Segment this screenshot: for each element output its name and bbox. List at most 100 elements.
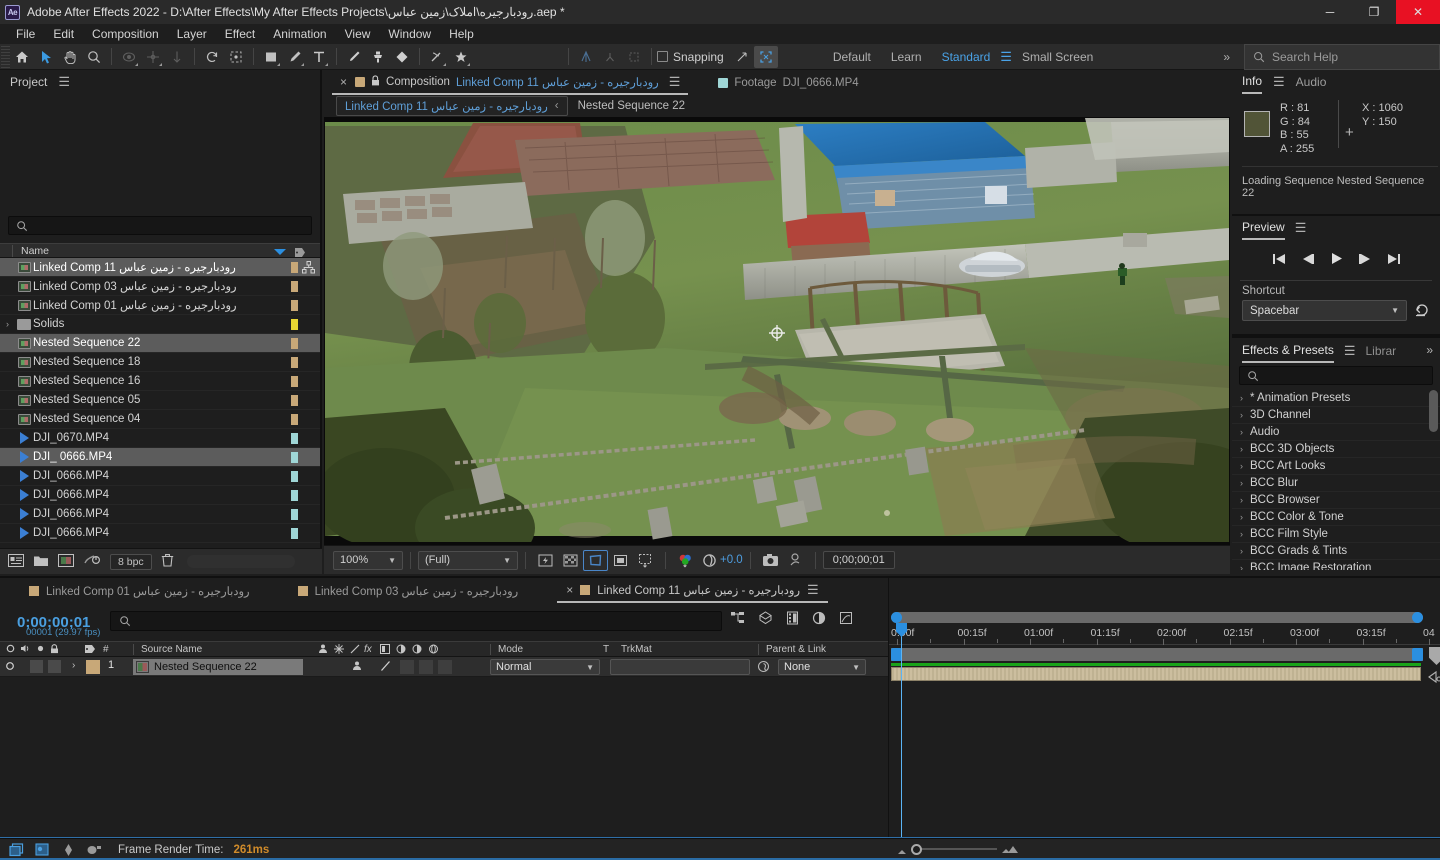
- list-item[interactable]: رودبارجیره - زمین عباس Linked Comp 03: [0, 277, 320, 296]
- scale-3d-icon[interactable]: [622, 46, 646, 68]
- label-color-swatch[interactable]: [291, 338, 298, 349]
- lock-toggle-icon[interactable]: [50, 644, 59, 657]
- toolbar-grip[interactable]: [1, 45, 10, 68]
- list-item[interactable]: رودبارجیره - زمین عباس Linked Comp 11: [0, 258, 320, 277]
- list-item[interactable]: DJI_0666.MP4: [0, 467, 320, 486]
- reset-icon[interactable]: [1414, 302, 1430, 320]
- timeline-search-input[interactable]: [110, 611, 722, 631]
- take-snapshot-icon[interactable]: [758, 550, 783, 571]
- shortcut-select[interactable]: Spacebar ▼: [1242, 300, 1407, 321]
- tab-preview[interactable]: Preview: [1242, 216, 1285, 240]
- layer-duration-bar[interactable]: [891, 667, 1421, 681]
- layer-quality-switch-icon[interactable]: [380, 660, 391, 675]
- brush-tool-icon[interactable]: [342, 46, 366, 68]
- hand-tool-icon[interactable]: [58, 46, 82, 68]
- workspace-learn[interactable]: Learn: [881, 50, 932, 64]
- workspace-menu-icon[interactable]: ☰: [1000, 49, 1012, 65]
- chevron-right-icon[interactable]: ›: [1240, 512, 1243, 522]
- type-tool-icon[interactable]: [307, 46, 331, 68]
- frame-blend-switch-icon[interactable]: [380, 644, 390, 657]
- region-of-interest-icon[interactable]: [583, 549, 608, 571]
- layer-trkmat-select[interactable]: [610, 659, 750, 675]
- project-item-list[interactable]: رودبارجیره - زمین عباس Linked Comp 11 رود…: [0, 258, 320, 554]
- shape-tool-icon[interactable]: [259, 46, 283, 68]
- label-color-swatch[interactable]: [291, 528, 298, 539]
- chevron-right-icon[interactable]: ›: [1240, 444, 1243, 454]
- layer-bar-options-icon[interactable]: [1427, 670, 1440, 687]
- list-item[interactable]: DJI_ 0666.MP4: [0, 448, 320, 467]
- tab-libraries[interactable]: Librar: [1365, 338, 1396, 363]
- graph-editor-icon[interactable]: [60, 843, 76, 857]
- disclosure-triangle-icon[interactable]: ›: [0, 319, 15, 329]
- align-3d-icon[interactable]: [598, 46, 622, 68]
- play-icon[interactable]: [1330, 252, 1343, 268]
- navigator-right-handle[interactable]: [1412, 612, 1423, 623]
- menu-item-animation[interactable]: Animation: [264, 25, 335, 43]
- project-footer-slider[interactable]: [186, 555, 295, 568]
- quality-switch-icon[interactable]: [350, 644, 360, 657]
- render-queue-icon[interactable]: [8, 842, 24, 857]
- proportional-grid-icon[interactable]: [633, 550, 658, 571]
- layer-switch-cell-1[interactable]: [400, 660, 414, 674]
- list-item[interactable]: › BCC 3D Objects: [1232, 441, 1440, 458]
- chevron-right-icon[interactable]: ›: [1240, 563, 1243, 570]
- project-tab[interactable]: Project: [10, 75, 47, 89]
- label-color-swatch[interactable]: [291, 319, 298, 330]
- list-item[interactable]: DJI_0666.MP4: [0, 505, 320, 524]
- new-folder-icon[interactable]: [33, 554, 49, 570]
- motion-blur-icon[interactable]: [812, 611, 826, 628]
- pen-tool-icon[interactable]: [283, 46, 307, 68]
- layer-video-toggle[interactable]: [5, 661, 15, 674]
- timeline-tab[interactable]: × رودبارجیره - زمین عباس Linked Comp 11 ☰: [557, 578, 828, 603]
- list-item[interactable]: › BCC Film Style: [1232, 526, 1440, 543]
- effects-search-input[interactable]: [1239, 366, 1433, 385]
- timeline-tab[interactable]: رودبارجیره - زمین عباس Linked Comp 01: [20, 578, 259, 603]
- comp-marker-icon[interactable]: [1429, 647, 1440, 665]
- list-item[interactable]: › BCC Blur: [1232, 475, 1440, 492]
- list-item[interactable]: › BCC Browser: [1232, 492, 1440, 509]
- hide-shy-layers-icon[interactable]: [786, 611, 799, 628]
- bit-depth-button[interactable]: 8 bpc: [110, 553, 152, 570]
- workspace-overflow-icon[interactable]: »: [1213, 50, 1240, 64]
- label-color-swatch[interactable]: [291, 281, 298, 292]
- column-mode[interactable]: Mode: [490, 644, 523, 655]
- selection-tool-icon[interactable]: [34, 46, 58, 68]
- column-source-name[interactable]: Source Name: [133, 644, 202, 655]
- list-item[interactable]: › Solids: [0, 315, 320, 334]
- label-color-swatch[interactable]: [291, 414, 298, 425]
- label-color-swatch[interactable]: [291, 471, 298, 482]
- list-item[interactable]: › BCC Art Looks: [1232, 458, 1440, 475]
- list-item[interactable]: Nested Sequence 22: [0, 334, 320, 353]
- audio-toggle-icon[interactable]: [20, 644, 31, 656]
- delete-icon[interactable]: [161, 553, 174, 570]
- layer-source-name[interactable]: Nested Sequence 22: [133, 659, 303, 675]
- label-color-swatch[interactable]: [291, 452, 298, 463]
- menu-item-effect[interactable]: Effect: [216, 25, 264, 43]
- label-color-swatch[interactable]: [291, 262, 298, 273]
- tab-footage[interactable]: Footage DJI_0666.MP4: [710, 70, 866, 95]
- tab-effects-presets[interactable]: Effects & Presets: [1242, 338, 1334, 363]
- composition-icon[interactable]: [34, 842, 50, 857]
- chevron-right-icon[interactable]: ›: [1240, 427, 1243, 437]
- snapping-toggle[interactable]: Snapping: [657, 50, 724, 64]
- minimize-button[interactable]: ─: [1308, 0, 1352, 24]
- puppet-pin-tool-icon[interactable]: [449, 46, 473, 68]
- workspace-standard[interactable]: Standard: [932, 50, 1001, 64]
- pan-tool-icon[interactable]: [141, 46, 165, 68]
- panel-menu-icon[interactable]: ☰: [58, 74, 70, 90]
- video-toggle-icon[interactable]: [6, 644, 15, 656]
- panel-menu-icon[interactable]: ☰: [1295, 220, 1307, 236]
- label-color-swatch[interactable]: [291, 509, 298, 520]
- first-frame-icon[interactable]: [1272, 253, 1286, 268]
- magnification-select[interactable]: 100% ▼: [333, 550, 403, 570]
- orbit-tool-icon[interactable]: [117, 46, 141, 68]
- show-snapshot-icon[interactable]: [783, 550, 808, 571]
- effects-scrollbar[interactable]: [1429, 390, 1438, 432]
- rotation-tool-icon[interactable]: [200, 46, 224, 68]
- exposure-value[interactable]: +0.0: [720, 554, 743, 566]
- work-area-end-handle[interactable]: [1412, 648, 1423, 661]
- composition-viewer[interactable]: [324, 117, 1230, 545]
- timeline-tab[interactable]: رودبارجیره - زمین عباس Linked Comp 03: [289, 578, 528, 603]
- close-icon[interactable]: ×: [566, 583, 573, 597]
- channels-icon[interactable]: [673, 550, 698, 571]
